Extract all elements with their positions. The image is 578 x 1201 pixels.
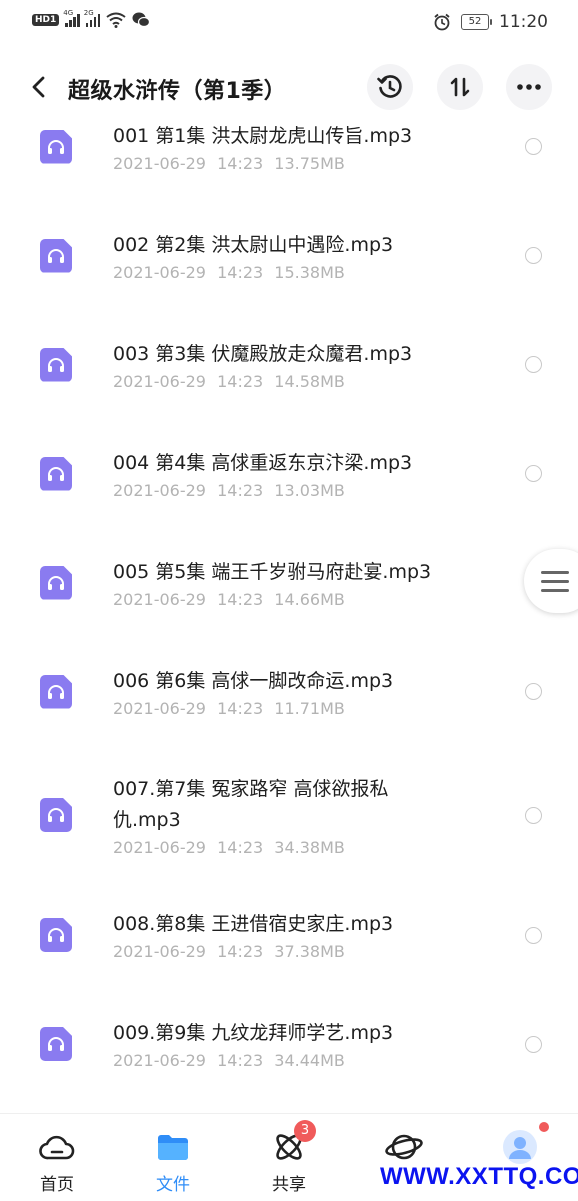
file-info: 002 第2集 洪太尉山中遇险.mp3 2021-06-29 14:23 15.…: [113, 230, 493, 282]
file-info: 008.第8集 王进借宿史家庄.mp3 2021-06-29 14:23 37.…: [113, 909, 493, 961]
file-row[interactable]: 006 第6集 高俅一脚改命运.mp3 2021-06-29 14:23 11.…: [0, 637, 578, 746]
file-meta: 2021-06-29 14:23 15.38MB: [113, 262, 345, 282]
header-bar: 超级水浒传（第1季）: [0, 60, 578, 116]
more-button[interactable]: [506, 64, 552, 110]
select-checkbox[interactable]: [525, 683, 542, 700]
status-bar: HD1 4G 2G 52 11:20: [0, 0, 578, 44]
avatar-icon: [503, 1130, 537, 1164]
tab-files[interactable]: 文件: [138, 1130, 208, 1195]
audio-file-icon: [40, 918, 72, 952]
file-row[interactable]: 003 第3集 伏魔殿放走众魔君.mp3 2021-06-29 14:23 14…: [0, 310, 578, 419]
file-row[interactable]: 002 第2集 洪太尉山中遇险.mp3 2021-06-29 14:23 15.…: [0, 201, 578, 310]
history-button[interactable]: [367, 64, 413, 110]
audio-file-icon: [40, 565, 72, 600]
file-meta: 2021-06-29 14:23 14.66MB: [113, 589, 345, 609]
signal-4g-icon: 4G: [63, 9, 80, 27]
file-meta: 2021-06-29 14:23 14.58MB: [113, 371, 345, 391]
sort-button[interactable]: [437, 64, 483, 110]
tab-label: 首页: [40, 1175, 74, 1195]
file-name: 004 第4集 高俅重返东京汴梁.mp3: [113, 451, 413, 474]
status-left: HD1 4G 2G: [32, 9, 151, 28]
alarm-icon: [434, 13, 450, 31]
select-checkbox[interactable]: [525, 806, 542, 824]
file-info: 003 第3集 伏魔殿放走众魔君.mp3 2021-06-29 14:23 14…: [113, 339, 493, 391]
file-name: 003 第3集 伏魔殿放走众魔君.mp3: [113, 342, 413, 365]
file-meta: 2021-06-29 14:23 34.38MB: [113, 837, 345, 857]
file-row[interactable]: 001 第1集 洪太尉龙虎山传旨.mp3 2021-06-29 14:23 13…: [0, 115, 578, 201]
file-name: 006 第6集 高俅一脚改命运.mp3: [113, 669, 394, 692]
audio-file-icon: [40, 456, 72, 491]
audio-file-icon: [40, 798, 72, 832]
file-name: 007.第7集 冤家路窄 高俅欲报私仇.mp3: [113, 777, 389, 831]
audio-file-icon: [40, 129, 72, 164]
audio-file-icon: [40, 1027, 72, 1061]
sort-icon: [450, 77, 470, 97]
file-row[interactable]: 005 第5集 端王千岁驸马府赴宴.mp3 2021-06-29 14:23 1…: [0, 528, 578, 637]
file-info: 005 第5集 端王千岁驸马府赴宴.mp3 2021-06-29 14:23 1…: [113, 557, 493, 609]
hd-indicator: HD1: [32, 14, 60, 26]
file-info: 001 第1集 洪太尉龙虎山传旨.mp3 2021-06-29 14:23 13…: [113, 121, 493, 173]
file-name: 002 第2集 洪太尉山中遇险.mp3: [113, 233, 394, 256]
tab-share[interactable]: 3 共享: [254, 1120, 324, 1195]
notification-dot: [539, 1122, 549, 1132]
file-row[interactable]: 008.第8集 王进借宿史家庄.mp3 2021-06-29 14:23 37.…: [0, 884, 578, 986]
status-right: 52 11:20: [433, 12, 548, 32]
file-name: 005 第5集 端王千岁驸马府赴宴.mp3: [113, 560, 432, 583]
select-checkbox[interactable]: [525, 926, 542, 944]
audio-file-icon: [40, 347, 72, 382]
watermark: WWW.XXTTQ.COM: [380, 1163, 578, 1190]
more-dots-icon: [517, 84, 541, 90]
notification-badge: 3: [294, 1120, 316, 1142]
file-meta: 2021-06-29 14:23 13.75MB: [113, 153, 345, 173]
tab-home[interactable]: 首页: [22, 1130, 92, 1195]
select-checkbox[interactable]: [525, 1035, 542, 1053]
file-info: 006 第6集 高俅一脚改命运.mp3 2021-06-29 14:23 11.…: [113, 666, 493, 718]
file-info: 004 第4集 高俅重返东京汴梁.mp3 2021-06-29 14:23 13…: [113, 448, 493, 500]
file-meta: 2021-06-29 14:23 37.38MB: [113, 942, 345, 961]
history-icon: [377, 75, 402, 98]
cloud-icon: [39, 1135, 75, 1160]
file-name: 009.第9集 九纹龙拜师学艺.mp3: [113, 1022, 394, 1044]
wechat-icon: [132, 12, 151, 28]
file-row[interactable]: 004 第4集 高俅重返东京汴梁.mp3 2021-06-29 14:23 13…: [0, 419, 578, 528]
tab-label: 共享: [272, 1175, 306, 1195]
file-meta: 2021-06-29 14:23 34.44MB: [113, 1051, 345, 1070]
file-name: 001 第1集 洪太尉龙虎山传旨.mp3: [113, 124, 413, 147]
file-meta: 2021-06-29 14:23 11.71MB: [113, 698, 345, 718]
tab-label: 文件: [156, 1175, 190, 1195]
battery-indicator: 52: [461, 14, 492, 30]
page-title: 超级水浒传（第1季）: [68, 79, 287, 104]
audio-file-icon: [40, 674, 72, 709]
file-list[interactable]: 001 第1集 洪太尉龙虎山传旨.mp3 2021-06-29 14:23 13…: [0, 115, 578, 1113]
file-row[interactable]: 007.第7集 冤家路窄 高俅欲报私仇.mp3 2021-06-29 14:23…: [0, 746, 578, 884]
file-name: 008.第8集 王进借宿史家庄.mp3: [113, 913, 394, 935]
back-arrow-icon: [32, 76, 45, 98]
file-row[interactable]: 009.第9集 九纹龙拜师学艺.mp3 2021-06-29 14:23 34.…: [0, 986, 578, 1102]
planet-icon: [385, 1134, 423, 1160]
back-button[interactable]: [24, 72, 54, 102]
clock: 11:20: [499, 12, 548, 32]
select-checkbox[interactable]: [525, 356, 542, 373]
file-info: 009.第9集 九纹龙拜师学艺.mp3 2021-06-29 14:23 34.…: [113, 1018, 493, 1070]
wifi-icon: [106, 12, 126, 28]
audio-file-icon: [40, 238, 72, 273]
file-info: 007.第7集 冤家路窄 高俅欲报私仇.mp3 2021-06-29 14:23…: [113, 774, 443, 857]
signal-2g-icon: 2G: [84, 9, 101, 27]
file-meta: 2021-06-29 14:23 13.03MB: [113, 480, 345, 500]
select-checkbox[interactable]: [525, 247, 542, 264]
folder-icon: [158, 1135, 188, 1160]
select-checkbox[interactable]: [525, 465, 542, 482]
select-checkbox[interactable]: [525, 138, 542, 155]
